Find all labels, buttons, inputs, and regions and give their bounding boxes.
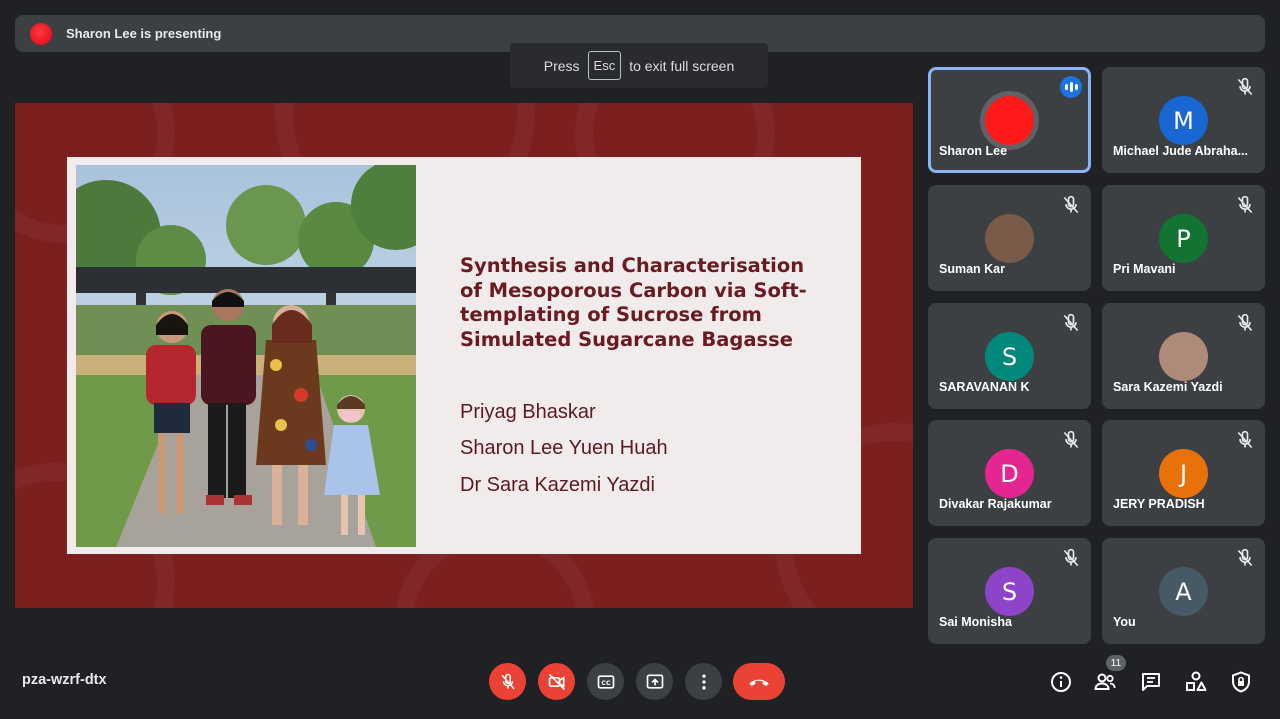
- participant-name: JERY PRADISH: [1113, 497, 1205, 511]
- participant-avatar: S: [985, 332, 1034, 381]
- participant-tile[interactable]: S SARAVANAN K: [928, 303, 1091, 409]
- mic-toggle-button[interactable]: [489, 663, 526, 700]
- present-now-button[interactable]: [636, 663, 673, 700]
- participant-name: Suman Kar: [939, 262, 1005, 276]
- participant-tile[interactable]: J JERY PRADISH: [1102, 420, 1265, 526]
- participant-avatar: D: [985, 449, 1034, 498]
- leave-call-button[interactable]: [733, 663, 785, 700]
- participant-name: Divakar Rajakumar: [939, 497, 1052, 511]
- speaking-indicator-icon: [1060, 76, 1082, 98]
- more-options-button[interactable]: [685, 663, 722, 700]
- mic-off-icon: [1237, 77, 1253, 96]
- slide-title-line: Simulated Sugarcane Bagasse: [460, 327, 793, 351]
- captions-button[interactable]: CC: [587, 663, 624, 700]
- mic-off-icon: [1063, 430, 1079, 449]
- mic-off-icon: [1237, 430, 1253, 449]
- chat-icon: [1142, 673, 1160, 691]
- participant-avatar: P: [1159, 214, 1208, 263]
- people-count-badge: 11: [1106, 655, 1126, 671]
- participant-tile[interactable]: S Sai Monisha: [928, 538, 1091, 644]
- esc-key: Esc: [587, 51, 622, 80]
- author-3: Dr Sara Kazemi Yazdi: [460, 474, 655, 496]
- author-2: Sharon Lee Yuen Huah: [460, 437, 668, 459]
- mic-off-icon: [1237, 195, 1253, 214]
- participant-avatar: J: [1159, 449, 1208, 498]
- presenting-text: Sharon Lee is presenting: [66, 26, 222, 41]
- closed-captions-icon: CC: [597, 674, 614, 689]
- slide-title-line: templating of Sucrose from: [460, 303, 762, 326]
- participant-name: You: [1113, 615, 1136, 629]
- people-button[interactable]: [1093, 670, 1117, 694]
- mic-off-icon: [1063, 313, 1079, 332]
- participant-tile[interactable]: D Divakar Rajakumar: [928, 420, 1091, 526]
- info-icon: [1051, 672, 1071, 692]
- hint-prefix: Press: [543, 57, 580, 74]
- host-controls-button[interactable]: [1229, 670, 1253, 694]
- meeting-details-button[interactable]: [1049, 670, 1073, 694]
- participant-avatar: [1159, 332, 1208, 381]
- participant-tile[interactable]: M Michael Jude Abraha...: [1102, 67, 1265, 173]
- participant-avatar: S: [985, 567, 1034, 616]
- camera-toggle-button[interactable]: [538, 663, 575, 700]
- participant-tile[interactable]: Sara Kazemi Yazdi: [1102, 303, 1265, 409]
- present-screen-icon: [646, 674, 663, 689]
- fullscreen-hint: Press Esc to exit full screen: [510, 43, 768, 88]
- chat-button[interactable]: [1139, 670, 1163, 694]
- slide-title: Synthesis and Characterisation of Mesopo…: [460, 254, 830, 352]
- participant-avatar: [985, 96, 1034, 145]
- activities-button[interactable]: [1184, 670, 1208, 694]
- camera-off-icon: [548, 673, 565, 690]
- activities-shapes-icon: [1186, 671, 1207, 691]
- author-1: Priyag Bhaskar: [460, 401, 596, 423]
- mic-off-icon: [1063, 195, 1079, 214]
- mic-off-icon: [1063, 548, 1079, 567]
- presentation-stage: Synthesis and Characterisation of Mesopo…: [15, 103, 913, 608]
- participant-tile[interactable]: P Pri Mavani: [1102, 185, 1265, 291]
- participant-tile[interactable]: A You: [1102, 538, 1265, 644]
- participant-name: Sharon Lee: [939, 144, 1008, 158]
- slide: Synthesis and Characterisation of Mesopo…: [67, 157, 861, 554]
- participant-tile[interactable]: Suman Kar: [928, 185, 1091, 291]
- participant-tile[interactable]: Sharon Lee: [928, 67, 1091, 173]
- participant-avatar: M: [1159, 96, 1208, 145]
- participant-name: Pri Mavani: [1113, 262, 1176, 276]
- more-vertical-icon: [701, 674, 706, 689]
- mic-off-icon: [1237, 313, 1253, 332]
- shield-lock-icon: [1232, 671, 1250, 693]
- hint-suffix: to exit full screen: [629, 57, 735, 74]
- participant-name: SARAVANAN K: [939, 380, 1030, 394]
- participant-avatar: [985, 214, 1034, 263]
- slide-title-line: of Mesoporous Carbon via Soft-: [460, 278, 807, 302]
- meeting-code: pza-wzrf-dtx: [22, 672, 107, 688]
- participant-avatar: A: [1159, 567, 1208, 616]
- participant-name: Sara Kazemi Yazdi: [1113, 380, 1223, 394]
- participant-name: Sai Monisha: [939, 615, 1012, 629]
- hang-up-icon: [749, 679, 769, 686]
- slide-title-line: Synthesis and Characterisation: [460, 254, 805, 277]
- team-photo: [76, 165, 416, 547]
- svg-text:CC: CC: [601, 679, 611, 686]
- presenter-avatar: [30, 22, 52, 45]
- mic-off-icon: [1237, 548, 1253, 567]
- participant-name: Michael Jude Abraha...: [1113, 144, 1248, 158]
- people-icon: [1094, 673, 1116, 690]
- mic-off-icon: [500, 673, 515, 689]
